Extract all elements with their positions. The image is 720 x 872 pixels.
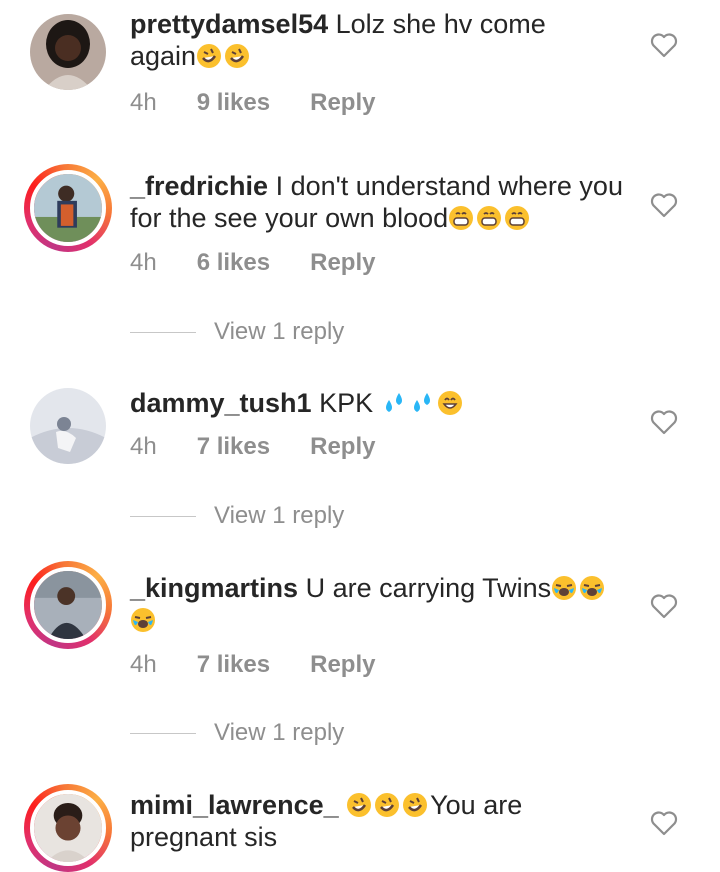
- comment-username[interactable]: dammy_tush1: [130, 388, 312, 418]
- view-replies-button[interactable]: View 1 reply: [130, 318, 344, 346]
- view-replies-button[interactable]: View 1 reply: [130, 502, 344, 530]
- comment-text: U are carrying Twins: [305, 573, 552, 603]
- comment-time: 4h: [130, 89, 157, 116]
- rofl-emoji: [403, 793, 428, 817]
- like-heart-icon[interactable]: [650, 810, 678, 836]
- comment-text: pregnant sis: [130, 822, 278, 852]
- comment-time: 4h: [130, 433, 157, 460]
- reply-button[interactable]: Reply: [310, 433, 375, 461]
- comment-time: 4h: [130, 651, 157, 678]
- loudly-crying-emoji: [131, 608, 155, 632]
- loudly-crying-emoji: [552, 576, 577, 600]
- comment-username[interactable]: mimi_lawrence_: [130, 790, 339, 820]
- like-heart-icon[interactable]: [650, 409, 678, 435]
- comment-likes[interactable]: 7 likes: [197, 651, 270, 679]
- reply-button[interactable]: Reply: [310, 89, 375, 117]
- comment-time: 4h: [130, 249, 157, 276]
- view-replies-button[interactable]: View 1 reply: [130, 719, 344, 747]
- comment-likes[interactable]: 6 likes: [197, 249, 270, 277]
- grin-emoji: [449, 206, 474, 230]
- rofl-emoji: [197, 44, 222, 68]
- rofl-emoji: [225, 44, 250, 68]
- reply-button[interactable]: Reply: [310, 651, 375, 679]
- divider-line: [130, 732, 196, 734]
- comment-text: for the see your own blood: [130, 203, 449, 233]
- comment-text: KPK: [319, 388, 374, 418]
- loudly-crying-emoji: [580, 576, 605, 600]
- avatar[interactable]: [24, 784, 112, 872]
- view-replies-label: View 1 reply: [214, 318, 345, 345]
- like-heart-icon[interactable]: [650, 593, 678, 619]
- view-replies-label: View 1 reply: [214, 719, 345, 746]
- like-heart-icon[interactable]: [650, 32, 678, 58]
- avatar[interactable]: [30, 14, 106, 90]
- comment-text: You are: [430, 790, 523, 820]
- comment-text: I don't understand where you: [275, 171, 623, 201]
- comment-likes[interactable]: 7 likes: [197, 433, 270, 461]
- avatar[interactable]: [24, 561, 112, 649]
- smile-emoji: [437, 391, 462, 415]
- reply-button[interactable]: Reply: [310, 249, 375, 277]
- avatar[interactable]: [30, 388, 106, 464]
- comment-likes[interactable]: 9 likes: [197, 89, 270, 117]
- rofl-emoji: [347, 793, 372, 817]
- avatar[interactable]: [24, 164, 112, 252]
- view-replies-label: View 1 reply: [214, 502, 345, 529]
- rofl-emoji: [375, 793, 400, 817]
- like-heart-icon[interactable]: [650, 192, 678, 218]
- divider-line: [130, 515, 196, 517]
- sweat-droplets-emoji: [413, 393, 430, 412]
- comment-username[interactable]: _kingmartins: [130, 573, 298, 603]
- grin-emoji: [477, 206, 502, 230]
- comment-text: again: [130, 41, 197, 71]
- comment-username[interactable]: prettydamsel54: [130, 9, 328, 39]
- sweat-droplets-emoji: [385, 393, 402, 412]
- comment-text: Lolz she hv come: [335, 9, 546, 39]
- divider-line: [130, 331, 196, 333]
- comment-username[interactable]: _fredrichie: [130, 171, 268, 201]
- grin-emoji: [505, 206, 530, 230]
